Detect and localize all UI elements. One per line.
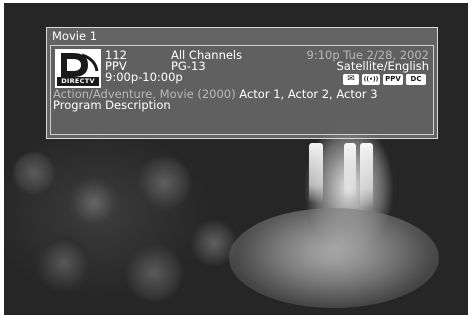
mail-icon: ✉ (343, 74, 359, 85)
program-title: Movie 1 (52, 29, 98, 43)
background-foliage (4, 133, 244, 315)
status-icons: ✉ ((•)) PPV DC (343, 74, 426, 86)
rating: PG-13 (171, 59, 206, 73)
audio-language: Satellite/English (336, 59, 430, 73)
tv-screen: Movie 1 DIRECTV 112 PPV 9:00p-10:00p All… (4, 3, 468, 315)
background-waterfall-1 (309, 143, 323, 203)
program-info-panel: Movie 1 DIRECTV 112 PPV 9:00p-10:00p All… (46, 27, 438, 139)
directv-logo-text: DIRECTV (57, 77, 99, 86)
background-waterfall-2 (344, 143, 356, 198)
directv-logo-mark (61, 53, 99, 77)
program-description: Program Description (53, 98, 171, 112)
actors: Actor 1, Actor 2, Actor 3 (239, 87, 378, 101)
dolby-icon: DC (406, 74, 426, 85)
directv-logo: DIRECTV (55, 49, 101, 88)
background-pool (229, 208, 439, 308)
ppv-icon: PPV (383, 74, 403, 85)
broadcast-icon: ((•)) (362, 74, 380, 85)
background-waterfall-3 (360, 143, 373, 208)
program-details: DIRECTV 112 PPV 9:00p-10:00p All Channel… (50, 45, 434, 135)
